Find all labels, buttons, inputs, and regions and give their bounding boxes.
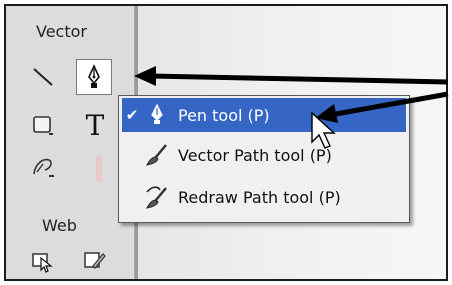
annotation-arrow [134, 66, 449, 86]
annotation-overlay [134, 66, 449, 149]
annotation-arrow [315, 91, 449, 123]
